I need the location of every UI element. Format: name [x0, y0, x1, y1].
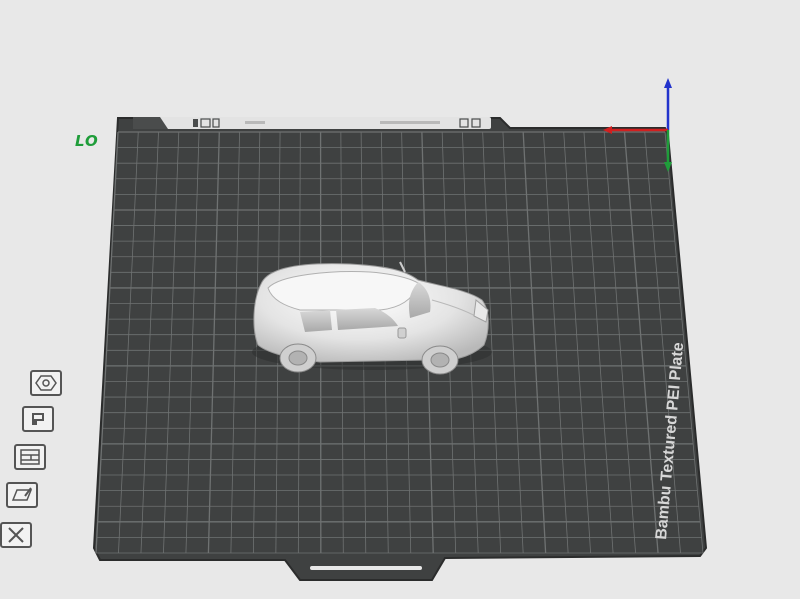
plate-name-label: LO [75, 132, 99, 150]
hexagon-icon [35, 375, 57, 391]
layout-tool-button[interactable] [14, 444, 46, 470]
bucket-icon [32, 413, 44, 425]
edit-plate-icon [11, 487, 33, 501]
plate-handle [310, 566, 422, 570]
plate-top-strip [133, 117, 491, 129]
3d-viewport[interactable]: Bambu Textured PEI Plate [0, 0, 800, 599]
arrange-tool-button[interactable] [22, 406, 54, 432]
layers-icon [20, 449, 40, 465]
close-tool-button[interactable] [0, 522, 32, 548]
edit-tool-button[interactable] [6, 482, 38, 508]
orient-tool-button[interactable] [30, 370, 62, 396]
close-icon [8, 527, 24, 543]
